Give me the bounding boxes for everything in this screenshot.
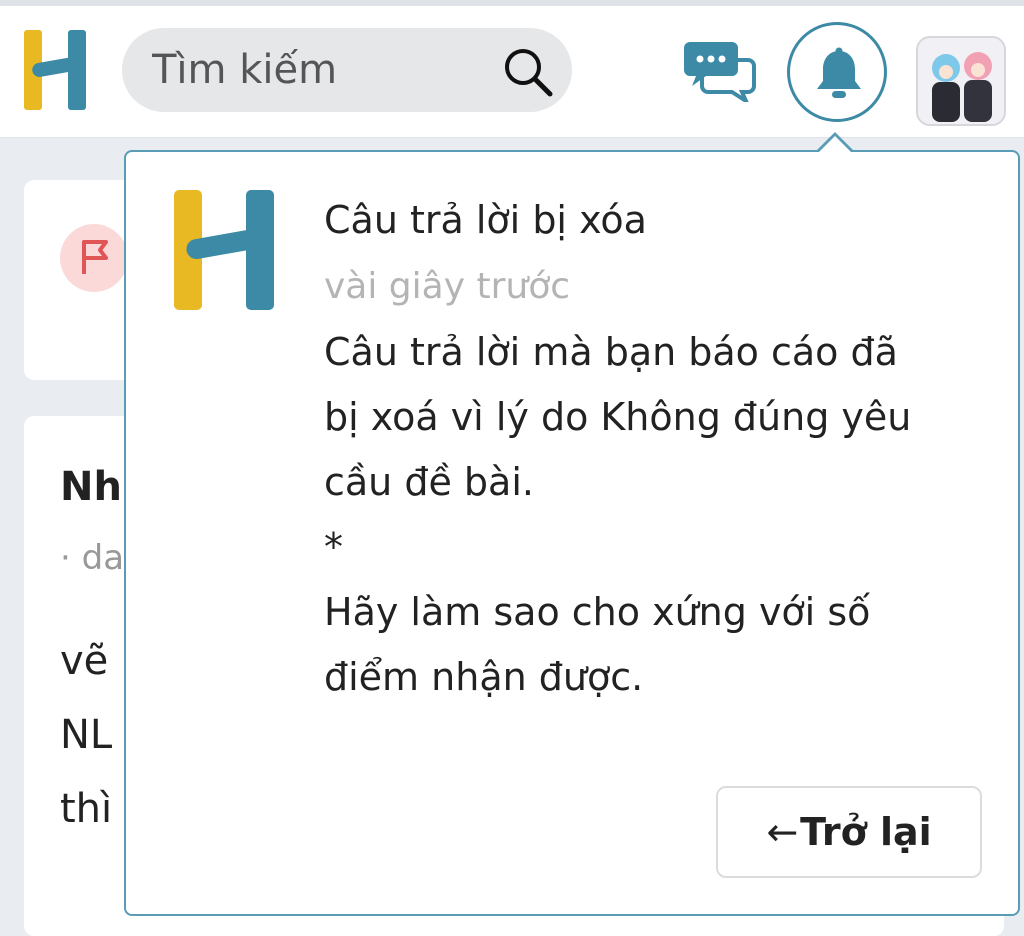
search-box	[122, 28, 572, 112]
notification-button[interactable]	[787, 22, 887, 122]
post-author[interactable]: Nh	[60, 464, 122, 510]
notification-time: vài giây trước	[324, 266, 571, 307]
popover-caret-inner	[818, 136, 852, 153]
user-avatar[interactable]	[916, 36, 1006, 126]
message-line: Hãy làm sao cho xứng với số	[324, 590, 871, 634]
message-line: cầu đề bài.	[324, 460, 534, 504]
message-line: Câu trả lời mà bạn báo cáo đã	[324, 330, 898, 374]
back-button[interactable]: ← Trở lại	[716, 786, 982, 878]
notification-popover: Câu trả lời bị xóa vài giây trước Câu tr…	[124, 150, 1020, 916]
site-logo[interactable]	[24, 30, 90, 110]
message-line: điểm nhận được.	[324, 655, 644, 699]
post-text-line: vẽ	[60, 638, 109, 684]
bell-icon	[817, 47, 861, 98]
top-header	[0, 6, 1024, 138]
search-input[interactable]	[152, 42, 492, 98]
post-text-line: NL	[60, 712, 113, 758]
search-icon[interactable]	[502, 46, 554, 98]
notification-logo-icon	[174, 190, 278, 310]
message-line: bị xoá vì lý do Không đúng yêu	[324, 395, 912, 439]
arrow-left-icon: ←	[766, 810, 799, 854]
message-line: *	[324, 525, 343, 569]
post-meta: · da	[60, 538, 125, 578]
report-flag-icon[interactable]	[60, 224, 128, 292]
post-text-line: thì	[60, 786, 113, 832]
back-button-label: Trở lại	[800, 810, 932, 854]
notification-title: Câu trả lời bị xóa	[324, 198, 647, 242]
notification-message: Câu trả lời mà bạn báo cáo đã bị xoá vì …	[324, 320, 984, 710]
chat-bubbles-icon[interactable]	[682, 40, 756, 107]
